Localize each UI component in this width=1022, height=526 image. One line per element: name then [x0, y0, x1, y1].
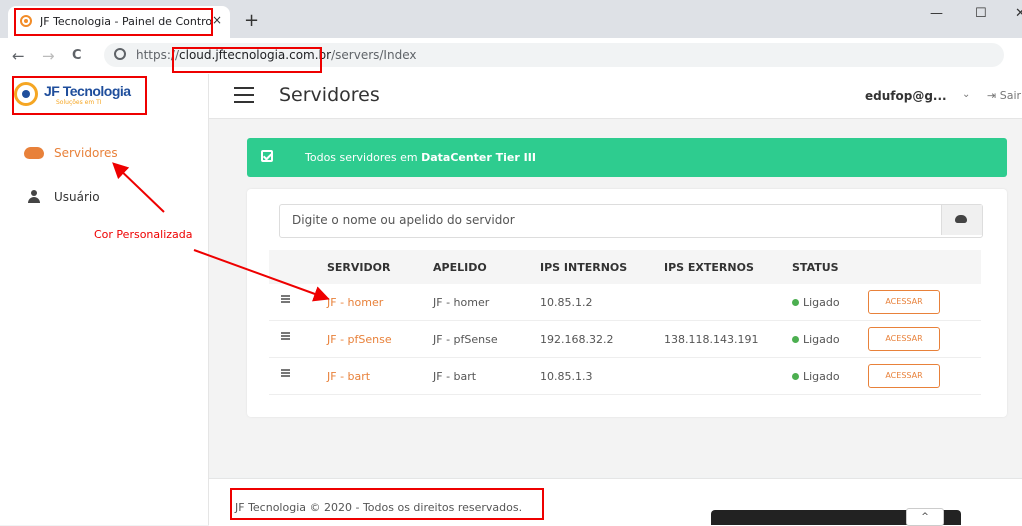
header-ips-internos: IPS INTERNOS — [540, 250, 664, 284]
server-icon — [281, 295, 290, 306]
annotation-box-footer — [230, 488, 544, 520]
annotation-label: Cor Personalizada — [94, 228, 193, 241]
header-icon-col — [269, 250, 327, 284]
sidebar-item-label: Usuário — [54, 190, 100, 204]
menu-icon[interactable] — [234, 87, 254, 103]
row-ips-internos: 10.85.1.2 — [540, 284, 664, 321]
annotation-box-tab — [14, 8, 213, 36]
row-servidor: JF - homer — [327, 284, 433, 321]
banner-text: Todos servidores em DataCenter Tier III — [305, 151, 536, 164]
table-header-row: SERVIDOR APELIDO IPS INTERNOS IPS EXTERN… — [269, 250, 981, 284]
header-action-col — [868, 250, 981, 284]
top-bar: Servidores edufop@g... ⌄ ⇥ Sair — [209, 74, 1022, 119]
status-dot-icon — [792, 299, 799, 306]
main-content: Todos servidores em DataCenter Tier III … — [209, 119, 1022, 477]
site-info-icon[interactable] — [114, 48, 126, 60]
user-menu[interactable]: edufop@g... — [865, 89, 947, 103]
page-title: Servidores — [279, 84, 380, 106]
row-servidor: JF - bart — [327, 357, 433, 395]
status-dot-icon — [792, 336, 799, 343]
server-link[interactable]: JF - homer — [327, 296, 383, 309]
row-action: ACESSAR — [868, 284, 981, 321]
server-link[interactable]: JF - bart — [327, 370, 370, 383]
datacenter-banner: Todos servidores em DataCenter Tier III — [247, 138, 1007, 177]
search-cloud-icon[interactable] — [941, 205, 982, 235]
new-tab-button[interactable]: + — [244, 10, 259, 31]
row-status: Ligado — [792, 320, 868, 358]
acessar-button[interactable]: ACESSAR — [868, 364, 940, 388]
row-ips-externos — [664, 284, 792, 321]
header-ips-externos: IPS EXTERNOS — [664, 250, 792, 284]
row-servidor: JF - pfSense — [327, 320, 433, 358]
back-icon[interactable]: ← — [12, 47, 25, 65]
table-row: JF - bart JF - bart 10.85.1.3 Ligado ACE… — [269, 357, 981, 395]
row-apelido: JF - pfSense — [433, 320, 540, 358]
minimize-icon[interactable]: — — [930, 6, 943, 21]
header-apelido: APELIDO — [433, 250, 540, 284]
header-status: STATUS — [792, 250, 868, 284]
acessar-button[interactable]: ACESSAR — [868, 290, 940, 314]
signout-label: Sair — [999, 89, 1022, 102]
servers-card: SERVIDOR APELIDO IPS INTERNOS IPS EXTERN… — [247, 189, 1007, 417]
table-row: JF - pfSense JF - pfSense 192.168.32.2 1… — [269, 320, 981, 358]
address-bar: ← → C https://cloud.jftecnologia.com.br/… — [0, 38, 1022, 75]
header-servidor: SERVIDOR — [327, 250, 433, 284]
row-icon-cell — [269, 357, 327, 395]
row-icon-cell — [269, 320, 327, 358]
acessar-button[interactable]: ACESSAR — [868, 327, 940, 351]
status-label: Ligado — [803, 369, 840, 383]
servers-table: SERVIDOR APELIDO IPS INTERNOS IPS EXTERN… — [269, 250, 981, 395]
chevron-up-icon[interactable]: ^ — [906, 508, 944, 526]
row-status: Ligado — [792, 284, 868, 321]
close-window-icon[interactable]: ✕ — [1015, 6, 1022, 21]
row-ips-externos: 138.118.143.191 — [664, 320, 792, 358]
search-box — [279, 204, 983, 238]
cloud-icon — [24, 147, 44, 159]
status-label: Ligado — [803, 332, 840, 346]
chevron-down-icon[interactable]: ⌄ — [962, 89, 970, 100]
row-apelido: JF - homer — [433, 284, 540, 321]
server-link[interactable]: JF - pfSense — [327, 333, 392, 346]
row-action: ACESSAR — [868, 357, 981, 395]
maximize-icon[interactable]: ☐ — [975, 6, 987, 21]
tab-close-icon[interactable]: × — [212, 13, 222, 27]
row-ips-externos — [664, 357, 792, 395]
status-label: Ligado — [803, 295, 840, 309]
forward-icon[interactable]: → — [42, 47, 55, 65]
annotation-box-logo — [12, 76, 147, 115]
row-apelido: JF - bart — [433, 357, 540, 395]
search-input[interactable] — [280, 205, 964, 235]
sidebar: JF Tecnologia Soluções em TI Servidores … — [0, 74, 209, 525]
signout-link[interactable]: ⇥ Sair — [987, 89, 1021, 102]
server-icon — [281, 332, 290, 343]
row-action: ACESSAR — [868, 320, 981, 358]
annotation-box-url — [172, 47, 322, 73]
reload-icon[interactable]: C — [72, 48, 82, 63]
table-row: JF - homer JF - homer 10.85.1.2 Ligado A… — [269, 284, 981, 321]
row-icon-cell — [269, 284, 327, 321]
server-icon — [281, 369, 290, 380]
row-ips-internos: 192.168.32.2 — [540, 320, 664, 358]
user-icon — [28, 190, 40, 204]
row-status: Ligado — [792, 357, 868, 395]
checkbox-icon — [261, 150, 273, 162]
row-ips-internos: 10.85.1.3 — [540, 357, 664, 395]
status-dot-icon — [792, 373, 799, 380]
sidebar-item-label: Servidores — [54, 146, 118, 160]
